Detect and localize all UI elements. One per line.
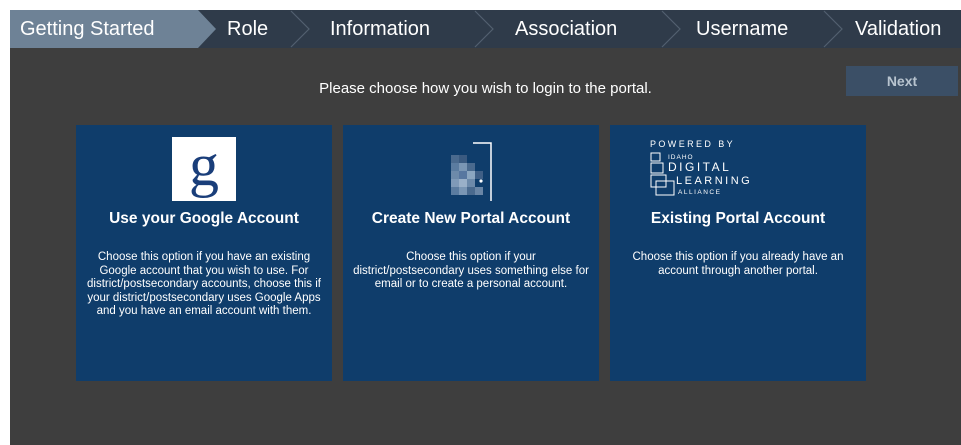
existing-portal-account-option[interactable]: POWERED BY IDAHO DIGITAL LEARNING ALLIAN…	[610, 125, 866, 381]
step-label: Getting Started	[20, 18, 155, 40]
chevron-right-icon	[290, 10, 310, 48]
wizard-steps-bar: Getting Started Role Information Associa…	[10, 10, 961, 48]
logo-learning: LEARNING	[676, 175, 752, 187]
registration-wizard: Getting Started Role Information Associa…	[10, 10, 961, 445]
chevron-right-icon	[823, 10, 843, 48]
card-title: Existing Portal Account	[650, 210, 826, 227]
card-description: Choose this option if your district/post…	[353, 251, 589, 290]
logo-powered-by: POWERED BY	[650, 139, 735, 149]
chevron-right-icon	[474, 10, 494, 48]
card-title: Use your Google Account	[109, 210, 299, 227]
step-validation[interactable]: Validation	[855, 10, 941, 48]
card-description: Choose this option if you already have a…	[632, 251, 844, 277]
step-information[interactable]: Information	[330, 10, 430, 48]
chevron-right-icon	[661, 10, 681, 48]
create-portal-account-option[interactable]: Create New Portal Account Choose this op…	[343, 125, 599, 381]
step-role[interactable]: Role	[227, 10, 268, 48]
step-username[interactable]: Username	[696, 10, 788, 48]
step-label: Association	[515, 18, 618, 40]
idla-logo: POWERED BY IDAHO DIGITAL LEARNING ALLIAN…	[650, 139, 752, 196]
portal-account-icon	[451, 142, 492, 201]
card-title: Create New Portal Account	[371, 210, 571, 227]
google-g-icon: g	[172, 135, 236, 201]
instruction-text: Please choose how you wish to login to t…	[319, 80, 652, 97]
logo-digital: DIGITAL	[668, 160, 731, 174]
step-label: Username	[696, 18, 789, 40]
step-label: Role	[227, 18, 269, 40]
card-description: Choose this option if you have an existi…	[87, 251, 321, 317]
step-association[interactable]: Association	[515, 10, 617, 48]
step-getting-started[interactable]: Getting Started	[10, 10, 216, 48]
step-label: Validation	[855, 18, 942, 40]
step-label: Information	[330, 18, 431, 40]
next-button[interactable]: Next	[846, 66, 958, 96]
logo-alliance: ALLIANCE	[678, 189, 721, 196]
google-account-option[interactable]: g Use your Google Account Choose this op…	[76, 125, 332, 381]
